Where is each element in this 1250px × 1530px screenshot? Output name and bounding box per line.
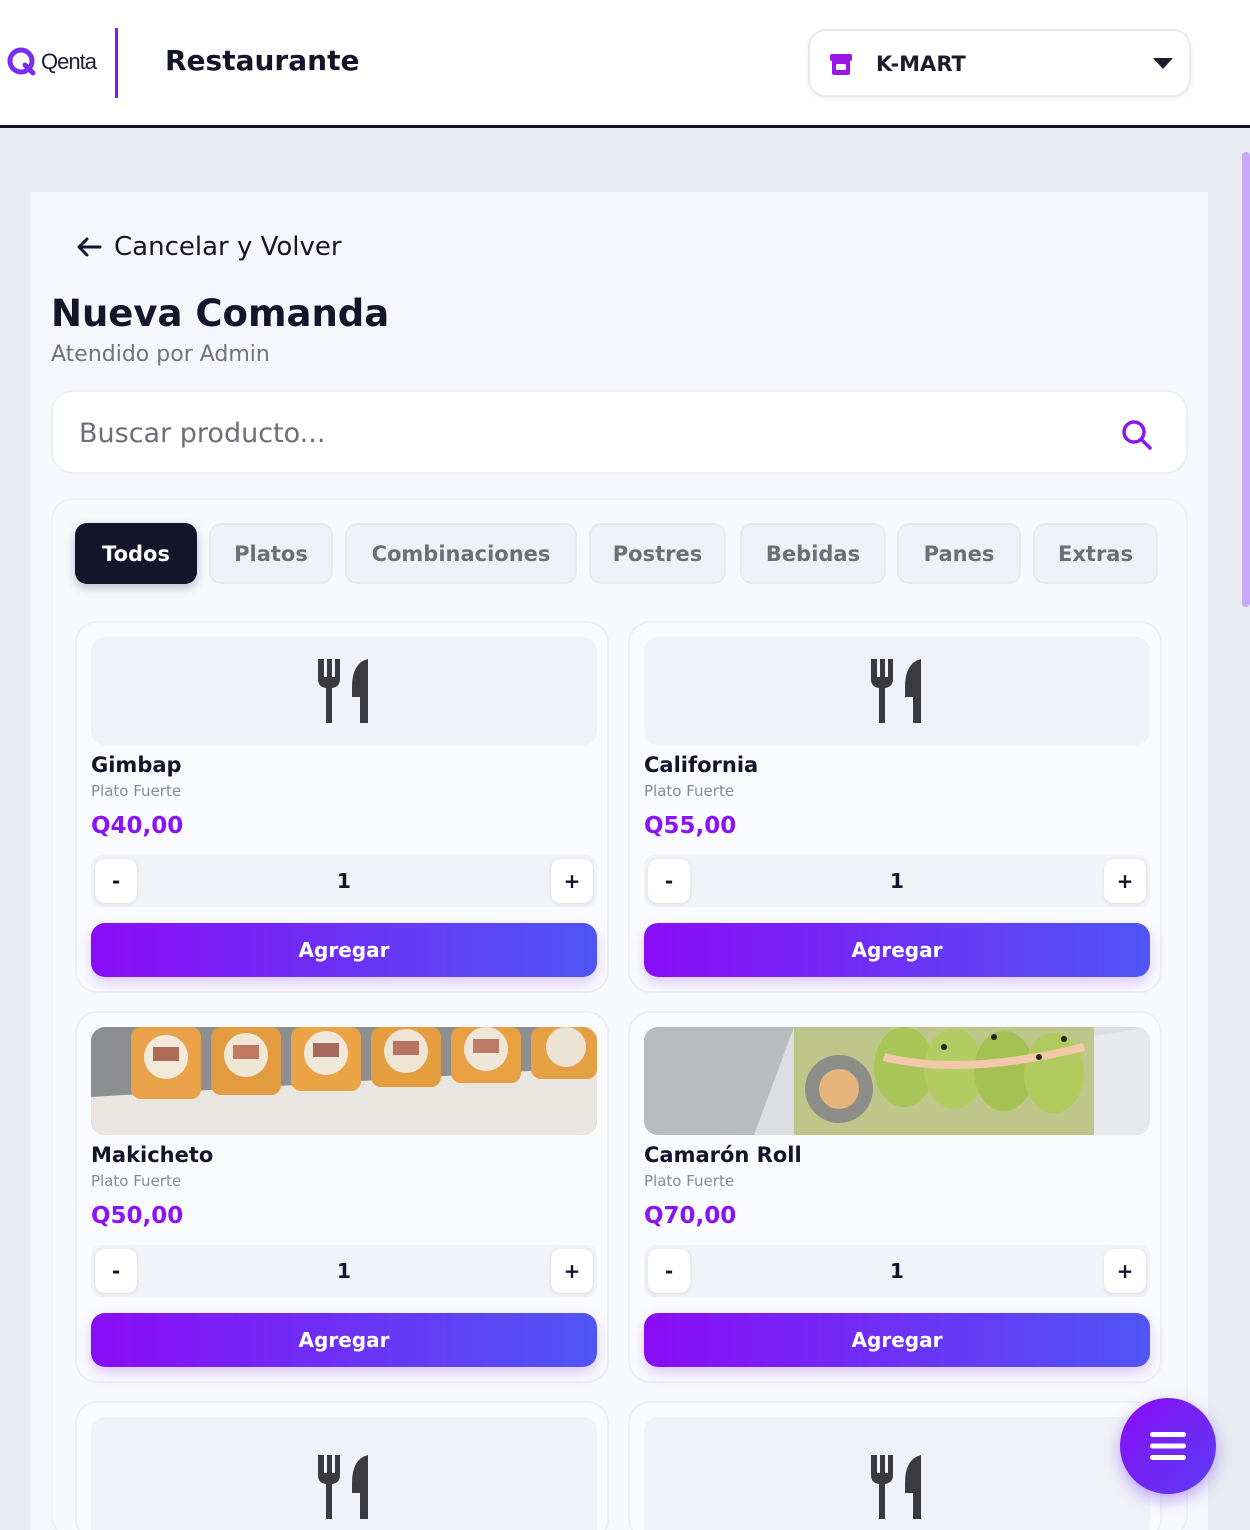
product-name: Camarón Roll	[644, 1143, 802, 1167]
product-category: Plato Fuerte	[91, 1172, 182, 1190]
menu-icon	[1150, 1432, 1186, 1460]
decrease-button[interactable]: -	[95, 1249, 137, 1293]
tab-bebidas[interactable]: Bebidas	[740, 523, 886, 584]
tab-postres[interactable]: Postres	[589, 523, 726, 584]
product-card	[75, 1401, 609, 1530]
menu-fab[interactable]	[1120, 1398, 1216, 1494]
product-name: Makicheto	[91, 1143, 214, 1167]
page-subtitle: Atendido por Admin	[51, 342, 270, 367]
add-button[interactable]: Agregar	[91, 1313, 597, 1367]
quantity-value[interactable]: 1	[644, 1245, 1150, 1297]
product-image	[644, 1027, 1150, 1135]
product-name: Gimbap	[91, 753, 182, 777]
increase-button[interactable]: +	[1104, 859, 1146, 903]
product-image	[91, 637, 597, 745]
sushi-photo	[91, 1027, 597, 1135]
tab-todos[interactable]: Todos	[75, 523, 197, 584]
product-category: Plato Fuerte	[91, 782, 182, 800]
decrease-button[interactable]: -	[95, 859, 137, 903]
product-image	[644, 637, 1150, 745]
search-icon[interactable]	[1119, 417, 1155, 453]
search-bar	[51, 390, 1188, 474]
logo-text: Qenta	[41, 49, 97, 74]
increase-button[interactable]: +	[551, 1249, 593, 1293]
quantity-stepper: 1 - +	[91, 855, 597, 907]
avocado-roll-photo	[644, 1027, 1150, 1135]
quantity-stepper: 1 - +	[91, 1245, 597, 1297]
store-name: K-MART	[876, 52, 966, 76]
page-title: Nueva Comanda	[51, 292, 390, 335]
quantity-value[interactable]: 1	[644, 855, 1150, 907]
tab-panes[interactable]: Panes	[897, 523, 1021, 584]
quantity-stepper: 1 - +	[644, 855, 1150, 907]
product-price: Q70,00	[644, 1203, 737, 1229]
product-category: Plato Fuerte	[644, 782, 735, 800]
quantity-value[interactable]: 1	[91, 855, 597, 907]
tab-combinaciones[interactable]: Combinaciones	[345, 523, 577, 584]
utensils-icon	[871, 659, 921, 723]
product-card: Makicheto Plato Fuerte Q50,00 1 - + Agre…	[75, 1011, 609, 1383]
product-card: Gimbap Plato Fuerte Q40,00 1 - + Agregar	[75, 621, 609, 993]
utensils-icon	[318, 1455, 368, 1519]
product-card: California Plato Fuerte Q55,00 1 - + Agr…	[628, 621, 1162, 993]
logo-divider	[115, 28, 118, 98]
qenta-logo[interactable]: Qenta	[6, 46, 97, 78]
product-category: Plato Fuerte	[644, 1172, 735, 1190]
utensils-icon	[318, 659, 368, 723]
decrease-button[interactable]: -	[648, 859, 690, 903]
product-card: Camarón Roll Plato Fuerte Q70,00 1 - + A…	[628, 1011, 1162, 1383]
cancel-back-link[interactable]: Cancelar y Volver	[76, 232, 342, 262]
tab-extras[interactable]: Extras	[1033, 523, 1158, 584]
product-image	[644, 1417, 1150, 1530]
product-price: Q40,00	[91, 813, 184, 839]
product-card	[628, 1401, 1162, 1530]
arrow-left-icon	[77, 237, 102, 257]
app-title: Restaurante	[165, 44, 360, 77]
product-price: Q50,00	[91, 1203, 184, 1229]
product-image	[91, 1417, 597, 1530]
add-button[interactable]: Agregar	[644, 923, 1150, 977]
add-button[interactable]: Agregar	[91, 923, 597, 977]
scrollbar-thumb[interactable]	[1242, 152, 1250, 607]
quantity-stepper: 1 - +	[644, 1245, 1150, 1297]
decrease-button[interactable]: -	[648, 1249, 690, 1293]
store-selector[interactable]: K-MART	[808, 29, 1191, 97]
store-icon	[830, 54, 852, 75]
qenta-logo-icon	[7, 47, 36, 76]
back-link-label: Cancelar y Volver	[114, 232, 342, 262]
chevron-down-icon	[1153, 58, 1173, 69]
add-button[interactable]: Agregar	[644, 1313, 1150, 1367]
product-image	[91, 1027, 597, 1135]
utensils-icon	[871, 1455, 921, 1519]
quantity-value[interactable]: 1	[91, 1245, 597, 1297]
increase-button[interactable]: +	[551, 859, 593, 903]
increase-button[interactable]: +	[1104, 1249, 1146, 1293]
product-price: Q55,00	[644, 813, 737, 839]
tab-platos[interactable]: Platos	[209, 523, 333, 584]
app-header: Qenta Restaurante K-MART	[0, 0, 1250, 128]
search-input[interactable]	[79, 410, 1079, 456]
product-name: California	[644, 753, 759, 777]
